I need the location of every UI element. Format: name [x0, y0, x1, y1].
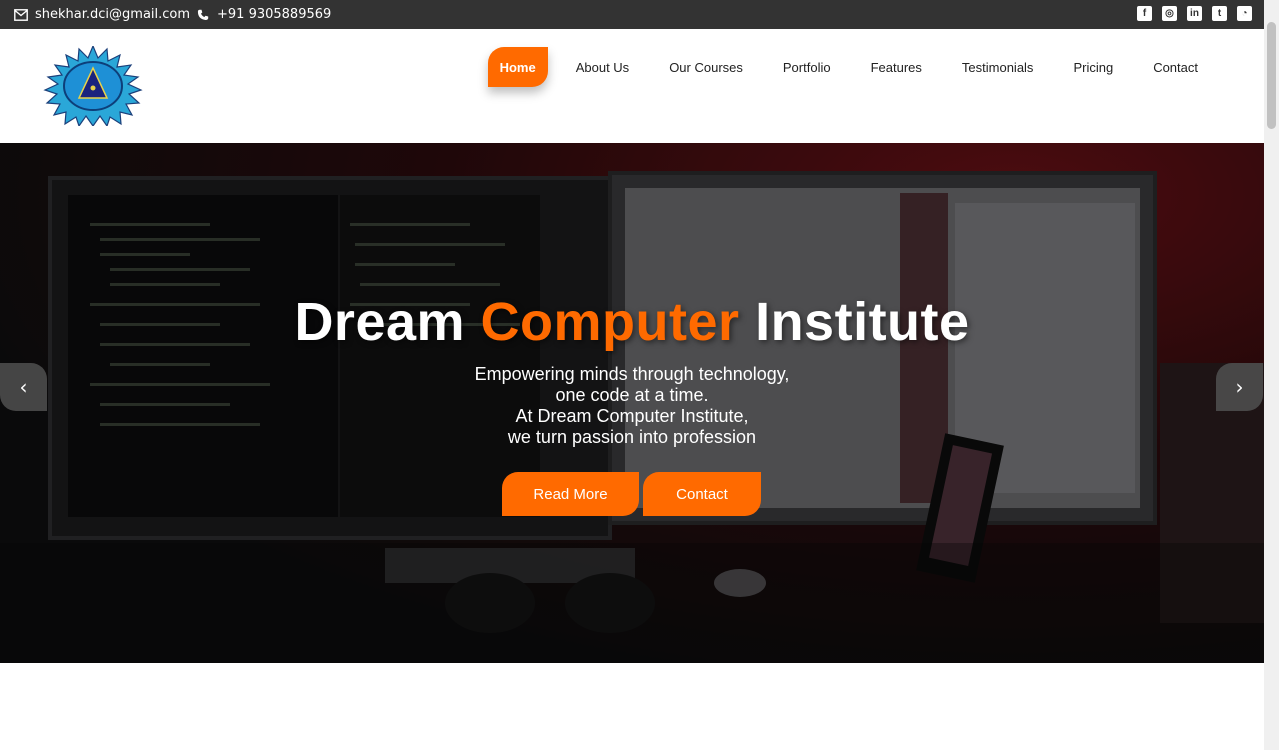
slider-next-button[interactable]: › — [1216, 363, 1263, 411]
social-links: f ◎ in t ◔ — [1137, 6, 1252, 21]
scrollbar-thumb[interactable] — [1267, 22, 1276, 129]
nav-testimonials[interactable]: Testimonials — [942, 47, 1054, 87]
hero-subtitle: Empowering minds through technology, one… — [0, 364, 1264, 448]
read-more-button[interactable]: Read More — [502, 472, 639, 516]
top-contact-bar: shekhar.dci@gmail.com +91 9305889569 f ◎… — [0, 0, 1264, 29]
nav-features[interactable]: Features — [851, 47, 942, 87]
nav-our-courses[interactable]: Our Courses — [649, 47, 763, 87]
contact-button[interactable]: Contact — [643, 472, 761, 516]
hero-title: Dream Computer Institute — [0, 291, 1264, 353]
page-scrollbar[interactable] — [1264, 0, 1279, 750]
hero-title-part2: Institute — [755, 292, 970, 352]
nav-portfolio[interactable]: Portfolio — [763, 47, 851, 87]
hero-slider: Dream Computer Institute Empowering mind… — [0, 143, 1264, 663]
main-nav: Home About Us Our Courses Portfolio Feat… — [487, 47, 1218, 87]
instagram-icon[interactable]: ◎ — [1162, 6, 1177, 21]
hero-title-part1: Dream — [294, 292, 466, 352]
twitter-icon[interactable]: t — [1212, 6, 1227, 21]
hero-subtitle-line: we turn passion into profession — [507, 427, 757, 447]
hero-title-accent: Computer — [480, 292, 740, 352]
nav-pricing[interactable]: Pricing — [1053, 47, 1133, 87]
envelope-icon — [14, 8, 28, 22]
hero-subtitle-line: At Dream Computer Institute, — [515, 406, 749, 426]
slider-prev-button[interactable]: ‹ — [0, 363, 47, 411]
hero-subtitle-line: Empowering minds through technology, — [474, 364, 790, 384]
linkedin-icon[interactable]: in — [1187, 6, 1202, 21]
nav-about-us[interactable]: About Us — [556, 47, 649, 87]
chevron-right-icon: › — [1235, 375, 1244, 399]
phone-icon — [196, 8, 210, 22]
institute-logo[interactable] — [41, 44, 145, 128]
chevron-left-icon: ‹ — [19, 375, 28, 399]
hero-subtitle-line: one code at a time. — [555, 385, 709, 405]
rss-icon[interactable]: ◔ — [1237, 6, 1252, 21]
phone-text[interactable]: +91 9305889569 — [217, 7, 331, 22]
nav-contact[interactable]: Contact — [1133, 47, 1218, 87]
email-contact[interactable]: shekhar.dci@gmail.com — [14, 0, 190, 29]
site-header: Home About Us Our Courses Portfolio Feat… — [0, 29, 1264, 143]
nav-home[interactable]: Home — [487, 47, 548, 87]
phone-contact[interactable]: +91 9305889569 — [196, 0, 331, 29]
logo-sunburst — [43, 44, 143, 128]
email-text[interactable]: shekhar.dci@gmail.com — [35, 7, 190, 22]
facebook-icon[interactable]: f — [1137, 6, 1152, 21]
